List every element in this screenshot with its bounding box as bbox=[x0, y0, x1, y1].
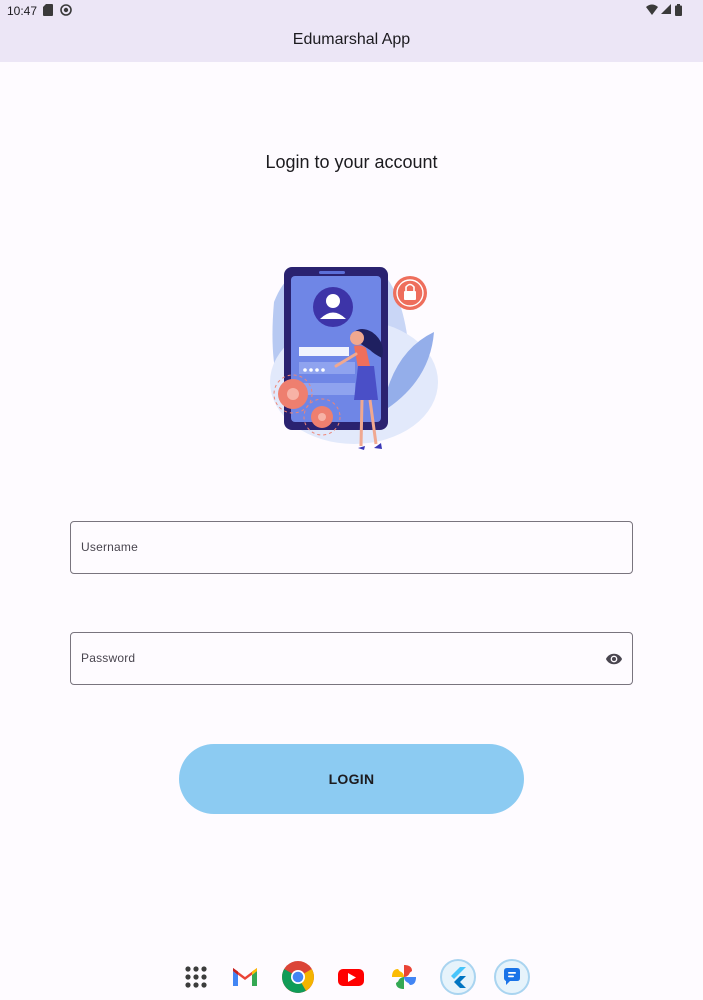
battery-icon bbox=[675, 4, 682, 16]
login-illustration bbox=[270, 267, 438, 450]
chrome-icon[interactable] bbox=[280, 959, 316, 995]
gmail-icon[interactable] bbox=[227, 959, 263, 995]
app-drawer-icon[interactable] bbox=[178, 959, 214, 995]
youtube-icon[interactable] bbox=[333, 959, 369, 995]
flutter-icon[interactable] bbox=[440, 959, 476, 995]
sync-icon bbox=[60, 4, 72, 16]
eye-icon[interactable] bbox=[605, 650, 623, 668]
password-placeholder: Password bbox=[81, 651, 136, 665]
login-button-label: LOGIN bbox=[328, 771, 375, 787]
top-bar: 10:47 Edumarshal App bbox=[0, 0, 703, 62]
status-bar: 10:47 bbox=[0, 0, 703, 22]
sd-card-icon bbox=[43, 4, 53, 16]
wifi-icon bbox=[646, 4, 658, 15]
login-button[interactable]: LOGIN bbox=[179, 744, 524, 814]
photos-icon[interactable] bbox=[386, 959, 422, 995]
page-heading: Login to your account bbox=[265, 152, 438, 172]
app-dock bbox=[0, 953, 703, 1000]
status-time: 10:47 bbox=[7, 4, 38, 18]
username-placeholder: Username bbox=[81, 540, 138, 554]
password-field[interactable]: Password bbox=[70, 632, 633, 685]
messages-icon[interactable] bbox=[494, 959, 530, 995]
signal-icon bbox=[661, 4, 671, 14]
app-title: Edumarshal App bbox=[292, 31, 411, 48]
username-field[interactable]: Username bbox=[70, 521, 633, 574]
